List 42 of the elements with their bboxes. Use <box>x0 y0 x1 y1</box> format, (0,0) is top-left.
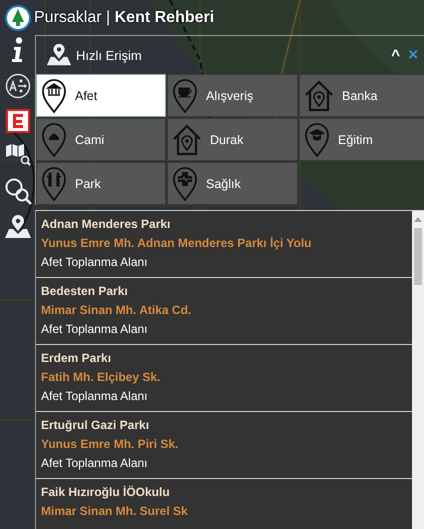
place-address: Mimar Sinan Mh. Surel Sk <box>41 504 189 518</box>
scroll-thumb[interactable] <box>414 228 422 285</box>
place-category: Afet Toplanma Alanı <box>41 389 149 403</box>
location-search-icon[interactable] <box>4 177 32 205</box>
map-pin-icon <box>41 78 67 114</box>
info-icon[interactable] <box>10 37 24 63</box>
scrollbar[interactable] <box>412 211 424 529</box>
category-tile[interactable]: Sağlık <box>167 162 298 205</box>
category-tile[interactable]: Cami <box>36 118 166 161</box>
pharmacy-icon[interactable] <box>6 109 30 133</box>
place-name: Erdem Parkı <box>41 351 112 365</box>
place-category: Afet Toplanma Alanı <box>41 456 149 470</box>
place-name: Ertuğrul Gazi Parkı <box>41 418 150 432</box>
place-category: Afet Toplanma Alanı <box>41 322 149 336</box>
map-pin-icon[interactable] <box>4 215 32 239</box>
map-pin-icon <box>41 166 67 202</box>
place-address: Fatih Mh. Elçibey Sk. <box>41 370 162 384</box>
map-pin-icon <box>304 122 330 158</box>
panel-title: Hızlı Erişim <box>76 48 143 62</box>
house-pin-icon <box>304 78 334 112</box>
map-pin-icon <box>172 166 198 202</box>
place-address: Yunus Emre Mh. Piri Sk. <box>41 437 180 451</box>
category-tile[interactable]: Park <box>36 162 166 205</box>
category-tile[interactable]: Durak <box>167 118 298 161</box>
category-tile[interactable]: Eğitim <box>299 118 424 161</box>
map-search-icon[interactable] <box>4 143 30 167</box>
map-pin-icon <box>46 43 72 67</box>
category-tile[interactable]: Alışveriş <box>167 74 298 117</box>
house-pin-icon <box>172 122 202 156</box>
app-title: Pursaklar | Kent Rehberi <box>34 8 214 26</box>
place-name: Bedesten Parkı <box>41 284 129 298</box>
collapse-button[interactable]: ^ <box>389 46 402 64</box>
place-address: Mimar Sinan Mh. Atika Cd. <box>41 303 192 317</box>
numbering-icon[interactable] <box>4 73 30 99</box>
category-tile[interactable]: Afet <box>36 74 166 117</box>
place-name: Adnan Menderes Parkı <box>41 217 172 231</box>
place-name: Faik Hızıroğlu İÖOkulu <box>41 485 171 499</box>
map-pin-icon <box>41 122 67 158</box>
place-address: Yunus Emre Mh. Adnan Menderes Parkı İçi Yolu <box>41 236 313 250</box>
place-category: Afet Toplanma Alanı <box>41 255 149 269</box>
category-tile[interactable]: Banka <box>299 74 424 117</box>
map-pin-icon <box>172 78 198 114</box>
